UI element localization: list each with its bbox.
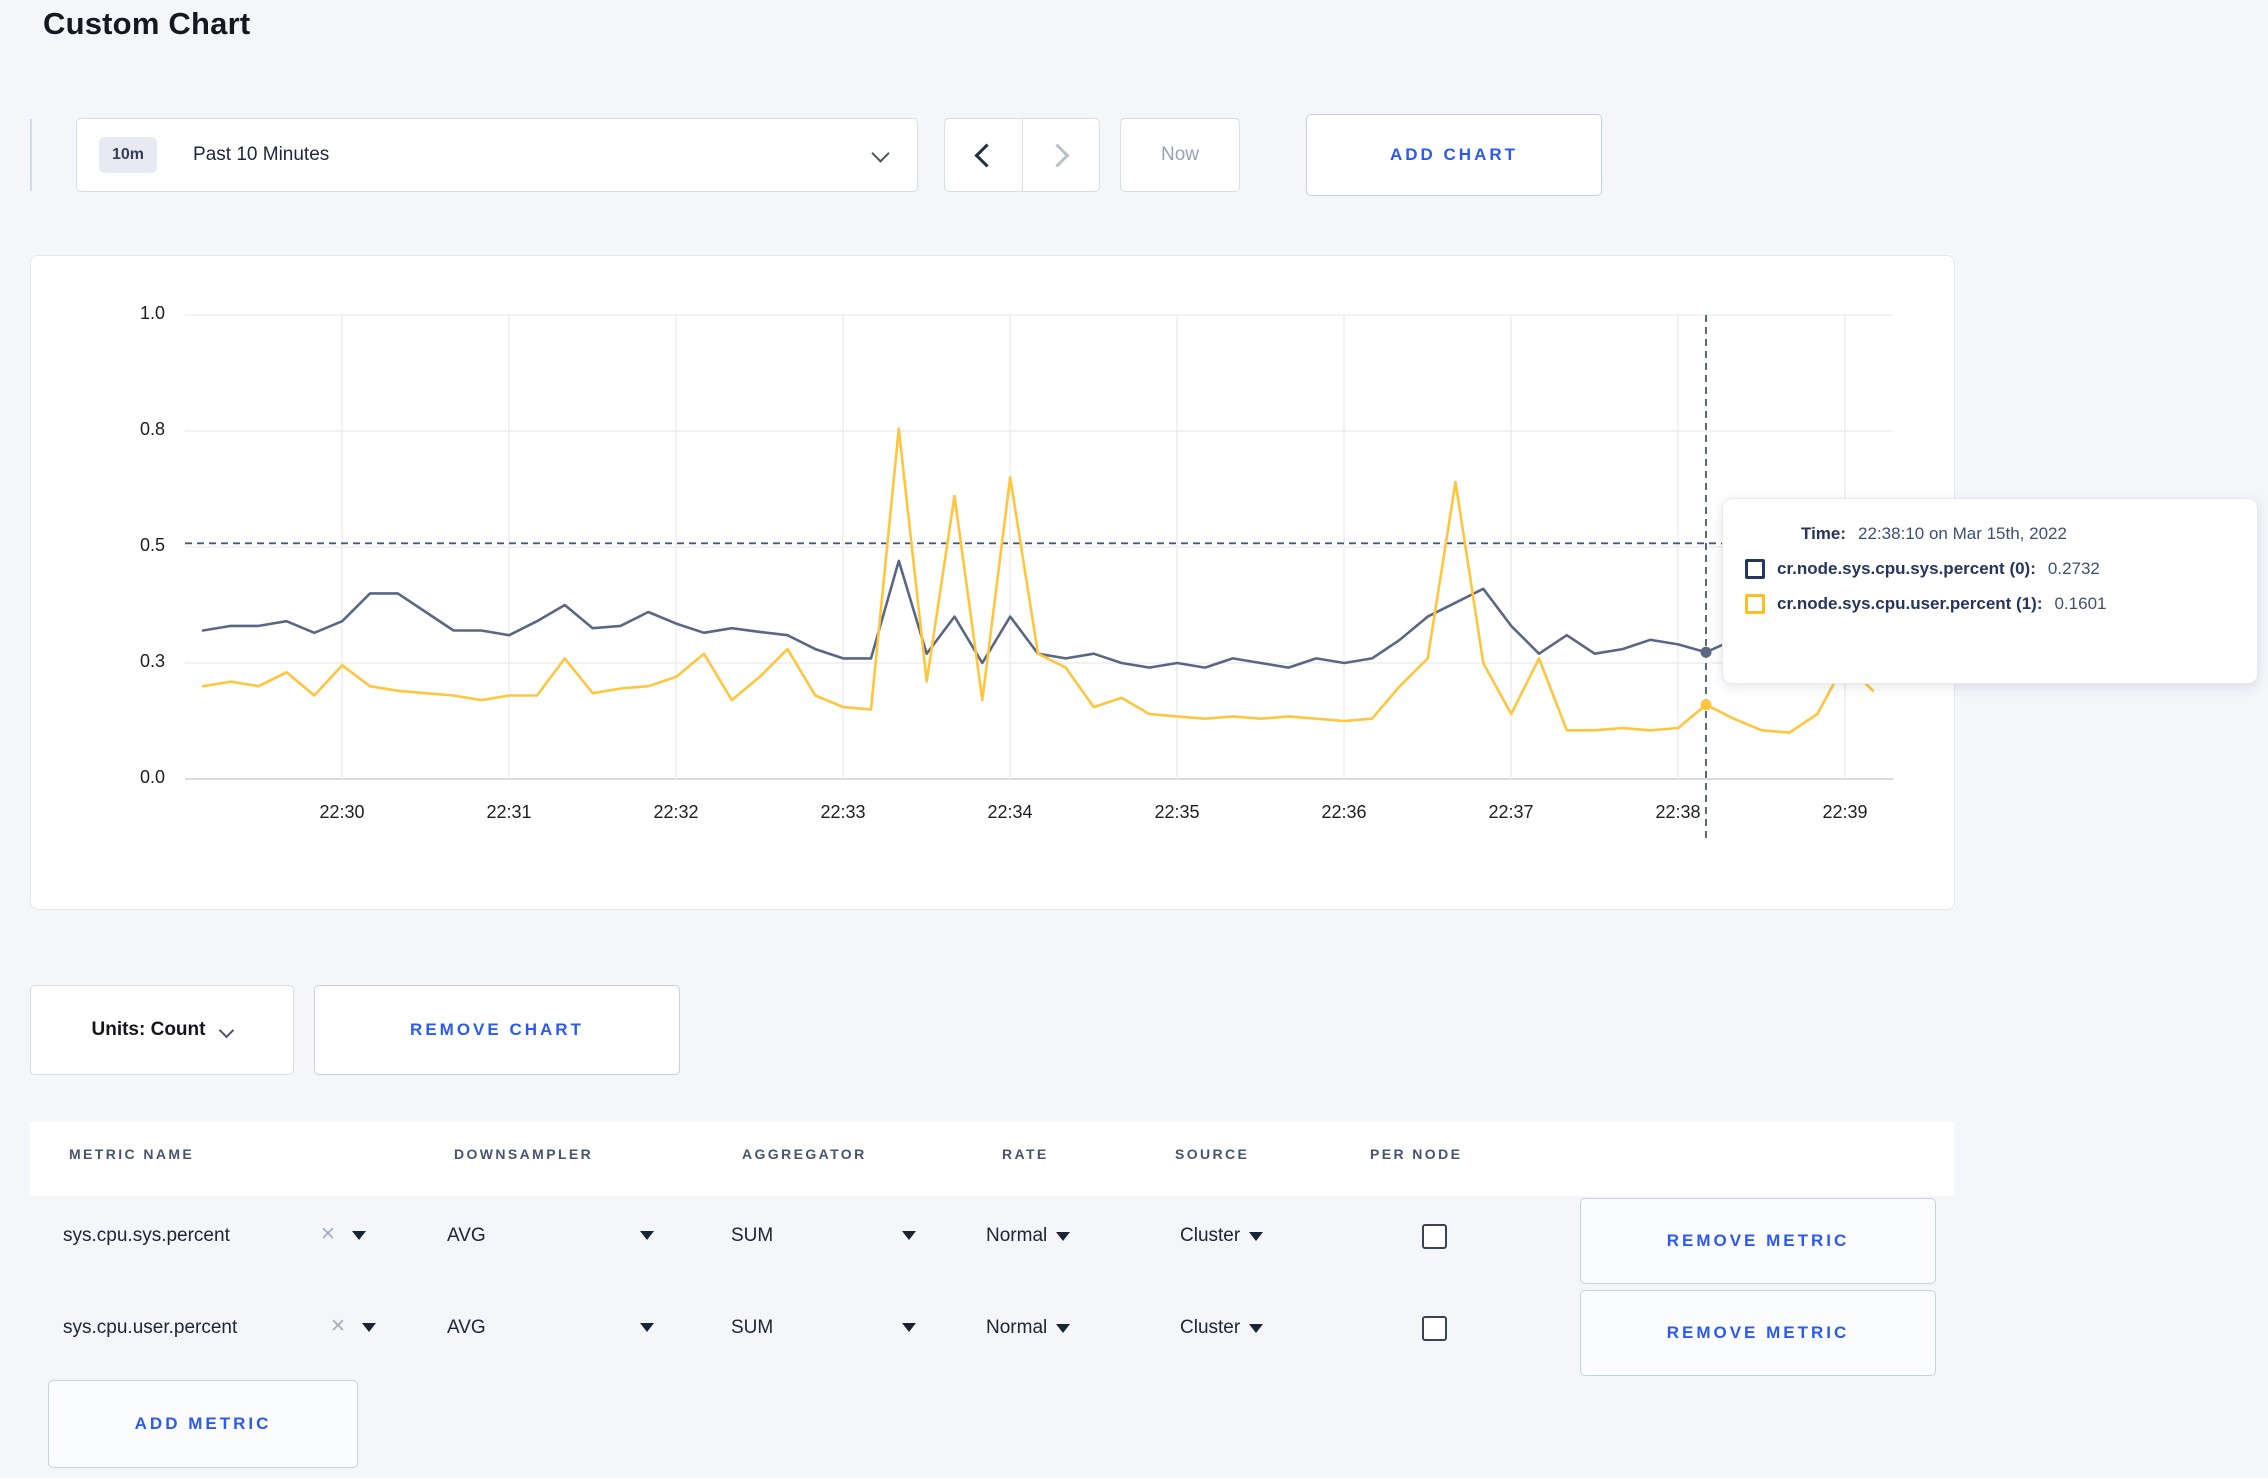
remove-metric-x-icon[interactable]: ✕ [330,1315,346,1338]
metric-name: sys.cpu.user.percent [63,1317,238,1338]
col-header-downsampler: DOWNSAMPLER [454,1146,594,1162]
col-header-aggregator: AGGREGATOR [742,1146,867,1162]
tooltip-series-label: cr.node.sys.cpu.user.percent (1): [1777,594,2043,613]
x-axis-tick-label: 22:38 [1655,802,1701,822]
x-axis-tick-label: 22:30 [319,802,365,822]
chevron-right-icon [1045,142,1070,168]
y-axis-tick-label: 0.5 [139,535,165,555]
add-metric-button[interactable]: ADD METRIC [48,1380,358,1468]
source-value: Cluster [1180,1317,1241,1338]
source-select[interactable]: Cluster [1180,1317,1264,1339]
custom-chart-page: Custom Chart 10m Past 10 Minutes Now ADD… [0,0,2268,1478]
time-range-badge: 10m [99,137,158,173]
tooltip-time-row: Time: 22:38:10 on Mar 15th, 2022 [1745,524,2257,544]
units-label: Units: Count [91,1019,206,1040]
page-title: Custom Chart [43,6,251,41]
aggregator-select[interactable]: SUM [731,1317,773,1339]
source-caret-icon [1249,1232,1264,1241]
time-range-label: Past 10 Minutes [193,144,330,165]
chevron-left-icon [974,142,999,168]
x-axis-tick-label: 22:34 [987,802,1033,822]
remove-metric-x-icon[interactable]: ✕ [320,1223,336,1246]
downsampler-caret-icon[interactable] [640,1323,654,1332]
series-user-swatch-icon [1745,594,1765,614]
time-forward-button[interactable] [1023,119,1100,191]
time-nav-group [944,118,1100,192]
col-header-metric-name: METRIC NAME [69,1146,195,1162]
source-select[interactable]: Cluster [1180,1225,1264,1247]
x-axis-tick-label: 22:37 [1488,802,1534,822]
tooltip-time-value: 22:38:10 on Mar 15th, 2022 [1858,524,2067,543]
x-axis-tick-label: 22:36 [1321,802,1367,822]
source-value: Cluster [1180,1225,1241,1246]
metric-name: sys.cpu.sys.percent [63,1225,230,1246]
metric-row: sys.cpu.sys.percent ✕ AVG SUM Normal Clu… [0,1198,2268,1286]
x-axis-tick-label: 22:33 [820,802,866,822]
remove-chart-button[interactable]: REMOVE CHART [314,985,680,1075]
remove-metric-button[interactable]: REMOVE METRIC [1580,1290,1936,1376]
remove-metric-button[interactable]: REMOVE METRIC [1580,1198,1936,1284]
time-range-select[interactable]: 10m Past 10 Minutes [76,118,918,192]
chevron-down-icon [219,1022,235,1038]
col-header-rate: RATE [1002,1146,1049,1162]
source-caret-icon [1249,1324,1264,1333]
chart-tooltip: Time: 22:38:10 on Mar 15th, 2022 cr.node… [1722,498,2258,684]
rate-caret-icon [1056,1324,1071,1333]
rate-caret-icon [1056,1232,1071,1241]
per-node-checkbox[interactable] [1422,1224,1447,1249]
units-select[interactable]: Units: Count [30,985,294,1075]
tooltip-series-value: 0.1601 [2054,594,2107,613]
metric-row: sys.cpu.user.percent ✕ AVG SUM Normal Cl… [0,1290,2268,1378]
time-back-button[interactable] [945,119,1022,191]
tooltip-series-label: cr.node.sys.cpu.sys.percent (0): [1777,559,2036,578]
aggregator-caret-icon[interactable] [902,1323,916,1332]
y-axis-tick-label: 0.8 [139,419,165,439]
rate-value: Normal [986,1317,1048,1338]
aggregator-caret-icon[interactable] [902,1231,916,1240]
downsampler-select[interactable]: AVG [447,1225,486,1247]
add-chart-button[interactable]: ADD CHART [1306,114,1602,196]
x-axis-tick-label: 22:35 [1154,802,1200,822]
now-button[interactable]: Now [1120,118,1240,192]
x-axis-tick-label: 22:32 [653,802,699,822]
metrics-table-header: METRIC NAME DOWNSAMPLER AGGREGATOR RATE … [30,1122,1954,1196]
metric-name-caret-icon[interactable] [352,1231,366,1240]
metric-name-caret-icon[interactable] [362,1323,376,1332]
tooltip-series-row: cr.node.sys.cpu.sys.percent (0): 0.2732 [1745,559,2257,579]
y-axis-tick-label: 0.3 [139,651,165,671]
rate-select[interactable]: Normal [986,1225,1071,1247]
y-axis-tick-label: 1.0 [139,303,165,323]
y-axis-tick-label: 0.0 [139,767,165,787]
col-header-per-node: PER NODE [1370,1146,1463,1162]
downsampler-caret-icon[interactable] [640,1231,654,1240]
rate-select[interactable]: Normal [986,1317,1071,1339]
toolbar-accent-divider [30,119,32,191]
tooltip-time-label: Time: [1801,524,1847,543]
tooltip-series-value: 0.2732 [2047,559,2100,578]
col-header-source: SOURCE [1175,1146,1250,1162]
per-node-checkbox[interactable] [1422,1316,1447,1341]
x-axis-tick-label: 22:31 [486,802,532,822]
rate-value: Normal [986,1225,1048,1246]
aggregator-select[interactable]: SUM [731,1225,773,1247]
chevron-down-icon [871,144,890,163]
downsampler-select[interactable]: AVG [447,1317,486,1339]
series-sys-swatch-icon [1745,559,1765,579]
line-chart[interactable] [180,300,1905,860]
tooltip-series-row: cr.node.sys.cpu.user.percent (1): 0.1601 [1745,594,2257,614]
x-axis-tick-label: 22:39 [1822,802,1868,822]
